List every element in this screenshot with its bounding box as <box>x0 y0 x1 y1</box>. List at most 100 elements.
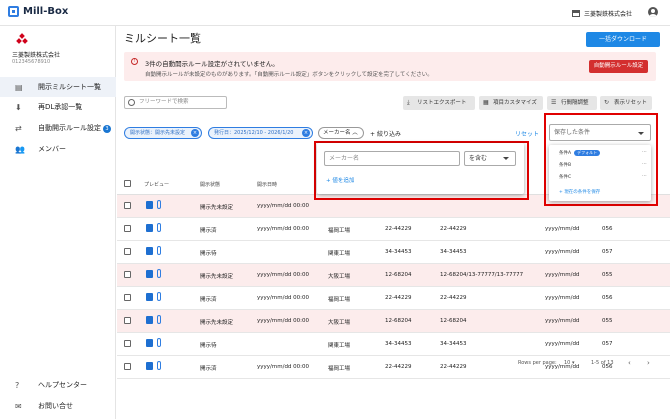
default-tag: デフォルト <box>574 150 601 156</box>
add-filter-button[interactable]: + 絞り込み <box>370 129 401 138</box>
row-plant: 大阪工場 <box>328 320 351 326</box>
attachment-icon[interactable] <box>157 338 161 347</box>
help-center-link[interactable]: ? ヘルプセンター <box>0 375 116 395</box>
saved-condition-c[interactable]: 条件C <box>559 174 571 180</box>
row-checkbox[interactable] <box>124 317 131 324</box>
contact-label: お問い合せ <box>38 402 73 410</box>
reset-view-label: 表示リセット <box>614 100 648 106</box>
row-plant: 関東工場 <box>328 343 351 349</box>
sidebar-item-mill-sheets[interactable]: ▤ 開示ミルシート一覧 <box>0 77 116 97</box>
preview-image-icon[interactable] <box>146 316 153 324</box>
close-icon[interactable]: × <box>191 129 199 137</box>
preview-image-icon[interactable] <box>146 270 153 278</box>
bulk-download-button[interactable]: 一括ダウンロード <box>586 32 660 47</box>
row-plant: 大阪工場 <box>328 274 351 280</box>
attachment-icon[interactable] <box>157 200 161 209</box>
row-code: 12-68204 <box>385 272 412 278</box>
app-logo-text: Mill-Box <box>23 6 69 17</box>
row-disclosed-at: yyyy/mm/dd 00:00 <box>257 203 310 209</box>
mill-box-logo-icon <box>8 6 19 17</box>
save-current-condition-button[interactable]: + 現在の条件を保存 <box>559 189 600 195</box>
company-switcher[interactable]: 三菱製鉄株式会社 <box>571 9 632 18</box>
filter-chip-maker[interactable]: メーカー名 ︿ <box>318 127 364 139</box>
row-status: 開示先未設定 <box>200 320 234 326</box>
list-export-label: リストエクスポート <box>417 100 467 106</box>
close-icon[interactable]: × <box>302 129 310 137</box>
row-spacing-label: 行間隔調整 <box>561 100 589 106</box>
row-checkbox[interactable] <box>124 225 131 232</box>
attachment-icon[interactable] <box>157 292 161 301</box>
attachment-icon[interactable] <box>157 315 161 324</box>
more-icon[interactable]: ⋯ <box>642 149 647 155</box>
saved-conditions-select[interactable]: 保存した条件 <box>549 124 651 141</box>
attachment-icon[interactable] <box>157 269 161 278</box>
column-customize-button[interactable]: ▦ 項目カスタマイズ <box>479 96 543 110</box>
search-input[interactable]: フリーワードで検索 <box>124 96 227 109</box>
row-code: 34-34453 <box>385 249 412 255</box>
table-row[interactable]: 開示済 yyyy/mm/dd 00:00 福岡工場 22-44229 22-44229 y… <box>117 287 670 310</box>
list-export-button[interactable]: ⤓ リストエクスポート <box>403 96 475 110</box>
table-row[interactable]: 開示先未設定 yyyy/mm/dd 00:00 大阪工場 12-68204 12-682… <box>117 310 670 333</box>
sidebar-item-label: 再DL承認一覧 <box>38 103 83 111</box>
sidebar-item-members[interactable]: 👥 メンバー <box>0 139 116 159</box>
row-number: 055 <box>602 318 613 324</box>
next-page-button[interactable]: › <box>647 359 650 367</box>
maker-filter-popup: メーカー名 を含む + 値を追加 <box>317 143 524 194</box>
sidebar-item-auto-rules[interactable]: ⇄ 自動開示ルール設定 3 <box>0 118 116 138</box>
row-disclosed-at: yyyy/mm/dd 00:00 <box>257 226 310 232</box>
alert-title: 3件の自動開示ルール設定がされていません。 <box>145 60 279 68</box>
attachment-icon[interactable] <box>157 223 161 232</box>
account-icon[interactable] <box>648 7 658 17</box>
table-row[interactable]: 開示待 関東工場 34-34453 34-34453 yyyy/mm/dd 057 <box>117 241 670 264</box>
select-all-checkbox[interactable] <box>124 180 131 187</box>
notification-badge: 3 <box>103 125 111 133</box>
more-icon[interactable]: ⋯ <box>642 161 647 167</box>
row-checkbox[interactable] <box>124 340 131 347</box>
row-code: 22-44229 <box>385 295 412 301</box>
company-name: 三菱製鉄株式会社 <box>12 52 61 59</box>
row-checkbox[interactable] <box>124 202 131 209</box>
row-checkbox[interactable] <box>124 248 131 255</box>
row-spacing-icon: ☰ <box>551 99 557 106</box>
row-checkbox[interactable] <box>124 271 131 278</box>
table-row[interactable]: 開示先未設定 yyyy/mm/dd 00:00 大阪工場 12-68204 12-682… <box>117 264 670 287</box>
saved-conditions-label: 保存した条件 <box>554 129 591 136</box>
contact-link[interactable]: ✉ お問い合せ <box>0 396 116 416</box>
operator-value: を含む <box>469 155 488 162</box>
row-issue-date: yyyy/mm/dd <box>545 341 580 347</box>
preview-image-icon[interactable] <box>146 339 153 347</box>
rows-per-page-select[interactable]: 10 ▾ <box>564 360 574 366</box>
more-icon[interactable]: ⋯ <box>642 173 647 179</box>
app-logo[interactable]: Mill-Box <box>8 6 68 17</box>
sidebar-item-redownload[interactable]: ⬇ 再DL承認一覧 <box>0 97 116 117</box>
row-spacing-button[interactable]: ☰ 行間隔調整 <box>547 96 597 110</box>
preview-image-icon[interactable] <box>146 201 153 209</box>
prev-page-button[interactable]: ‹ <box>628 359 631 367</box>
reset-view-button[interactable]: ↻ 表示リセット <box>600 96 652 110</box>
filter-chip-date[interactable]: 発行日：2025/12/10 - 2026/1/20 × <box>208 127 313 139</box>
filter-chip-status[interactable]: 開示状態：開示先未設定 × <box>124 127 202 139</box>
auto-rule-settings-button[interactable]: 自動開示ルール設定 <box>589 60 648 73</box>
saved-condition-a[interactable]: 条件A デフォルト <box>559 150 601 156</box>
preview-image-icon[interactable] <box>146 247 153 255</box>
table-row[interactable]: 開示済 yyyy/mm/dd 00:00 福岡工場 22-44229 22-44229 y… <box>117 218 670 241</box>
maker-name-input[interactable]: メーカー名 <box>324 151 460 166</box>
top-bar: Mill-Box 三菱製鉄株式会社 <box>0 0 670 26</box>
preview-image-icon[interactable] <box>146 224 153 232</box>
sidebar: 三菱製鉄株式会社 012345678910 ▤ 開示ミルシート一覧 ⬇ 再DL承認一… <box>0 26 116 419</box>
row-code: 22-44229 <box>385 226 412 232</box>
row-plant: 福岡工場 <box>328 297 351 303</box>
row-reference: 22-44229 <box>440 295 467 301</box>
saved-condition-b[interactable]: 条件B <box>559 162 571 168</box>
row-disclosed-at: yyyy/mm/dd 00:00 <box>257 272 310 278</box>
row-checkbox[interactable] <box>124 294 131 301</box>
table-row[interactable]: 開示待 関東工場 34-34453 34-34453 yyyy/mm/dd 057 <box>117 333 670 356</box>
filter-reset-link[interactable]: リセット <box>515 129 539 138</box>
pagination: Rows per page: 10 ▾ 1-5 of 13 ‹ › <box>117 356 670 372</box>
row-status: 開示済 <box>200 297 217 303</box>
preview-image-icon[interactable] <box>146 293 153 301</box>
add-value-button[interactable]: + 値を追加 <box>326 176 354 184</box>
operator-select[interactable]: を含む <box>464 151 516 166</box>
alert-icon: ! <box>131 58 138 65</box>
attachment-icon[interactable] <box>157 246 161 255</box>
